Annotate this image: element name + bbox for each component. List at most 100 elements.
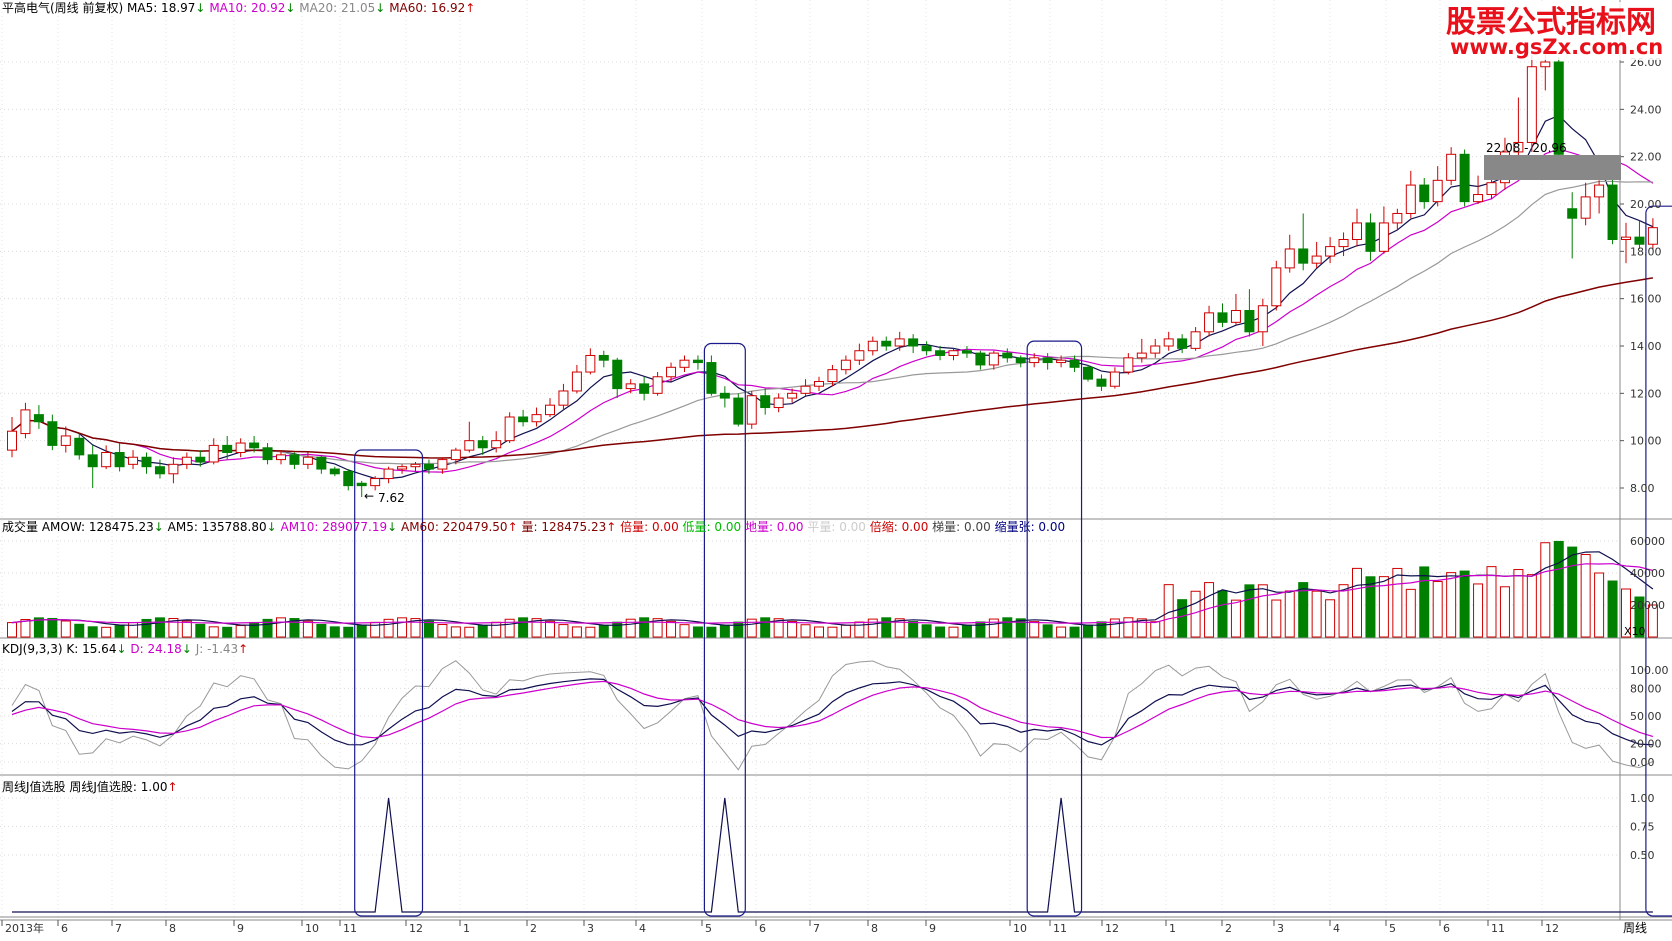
candle-body [585, 354, 596, 373]
candle-body [1392, 212, 1403, 224]
price-tick-label: 8.00 [1630, 482, 1655, 495]
month-label: 2 [530, 922, 537, 935]
volume-bar [854, 621, 865, 638]
candle-body [800, 385, 811, 394]
candle-body [1056, 359, 1067, 364]
candle-body [302, 456, 313, 465]
candle-body [881, 340, 892, 347]
candle-body [719, 392, 730, 399]
header-indicator: J: -1.43 [195, 642, 238, 656]
arrow-down-icon: ↓ [285, 1, 295, 15]
candle-body [1042, 357, 1053, 364]
header-indicator: 倍缩: 0.00 [870, 519, 929, 534]
volume-bar [1096, 621, 1107, 638]
candle-body [840, 359, 851, 371]
candle-body [208, 444, 219, 463]
candle-body [666, 366, 677, 378]
volume-bar [1553, 540, 1564, 638]
candle-body [168, 463, 179, 475]
volume-bar [464, 626, 475, 638]
volume-bar [1432, 581, 1443, 638]
month-label: 6 [1443, 922, 1450, 935]
candle-body [1647, 227, 1658, 245]
candle-body [1177, 338, 1188, 349]
price-tick-label: 16.00 [1630, 293, 1662, 306]
volume-bar [1311, 590, 1322, 638]
candle-body [1150, 345, 1161, 354]
low-price-label: 7.62 [378, 491, 405, 505]
kdj-tick-label: 50.00 [1630, 710, 1662, 723]
volume-tick-label: 40000 [1630, 567, 1665, 580]
volume-bar [1244, 584, 1255, 638]
volume-bar [1217, 590, 1228, 638]
candle-body [20, 409, 31, 435]
candle-body [598, 354, 609, 361]
volume-bar [518, 617, 529, 638]
candle-body [1419, 184, 1430, 203]
candle-body [760, 395, 771, 409]
volume-bar [235, 625, 246, 638]
candle-body [477, 440, 488, 449]
volume-bar [1526, 574, 1537, 638]
header-indicator: MA10: 20.92 [209, 1, 285, 15]
volume-bar [101, 626, 112, 638]
kdj-tick-label: 20.00 [1630, 738, 1662, 751]
volume-bar [302, 620, 313, 638]
volume-bar [1486, 566, 1497, 638]
volume-bar [7, 622, 17, 638]
candle-body [612, 359, 623, 390]
candle-body [329, 468, 340, 475]
volume-bar [1352, 567, 1362, 638]
volume-bar [1230, 599, 1241, 638]
candle-body [1109, 371, 1120, 387]
volume-bar [195, 623, 206, 638]
volume-bar [558, 624, 569, 638]
candle-body [181, 456, 192, 465]
candle-body [450, 449, 461, 461]
candle-body [787, 392, 798, 399]
header-title: 平高电气(周线 前复权) [2, 0, 127, 15]
candle-body [1405, 184, 1416, 214]
candle-body [827, 369, 838, 382]
month-label: 4 [639, 922, 646, 935]
volume-bar [598, 624, 609, 638]
j-tick-label: 1.00 [1630, 792, 1655, 805]
volume-bar [1580, 554, 1591, 638]
volume-bar [1446, 572, 1457, 638]
candle-body [558, 390, 569, 406]
candle-body [518, 416, 529, 423]
candle-body [1580, 196, 1591, 219]
volume-bar [881, 617, 892, 638]
header-indicator: KDJ(9,3,3) [2, 642, 63, 656]
volume-bar [787, 620, 798, 638]
candle-body [1015, 357, 1026, 364]
month-label: 3 [1277, 922, 1284, 935]
candle-body [652, 376, 663, 394]
candle-body [571, 371, 582, 392]
candle-body [961, 350, 972, 354]
period-label: 周线 [1623, 921, 1647, 935]
candle-body [1190, 331, 1201, 349]
header-indicator: AMOW: 128475.23 [42, 520, 154, 534]
volume-bar [571, 626, 582, 638]
volume-bar [1607, 580, 1618, 638]
volume-bar [639, 617, 650, 638]
volume-bar [1083, 624, 1093, 638]
volume-scale-badge: X10 [1624, 625, 1646, 638]
volume-bar [1056, 626, 1067, 638]
volume-bar [356, 625, 367, 638]
candle-body [1204, 312, 1215, 333]
month-label: 8 [169, 922, 176, 935]
volume-bar [316, 623, 327, 638]
month-label: 12 [409, 922, 423, 935]
price-range-band [1484, 155, 1621, 180]
volume-bar [827, 626, 838, 638]
volume-bar [800, 624, 811, 638]
month-label: 6 [61, 922, 68, 935]
price-tick-label: 14.00 [1630, 340, 1662, 353]
month-label: 5 [705, 922, 712, 935]
candle-body [625, 383, 636, 390]
stock-chart[interactable]: 26.0024.0022.0020.0018.0016.0014.0012.00… [0, 0, 1672, 937]
price-panel-header: 平高电气(周线 前复权) MA5: 18.97↓ MA10: 20.92↓ MA… [2, 0, 475, 15]
volume-bar [948, 626, 959, 638]
